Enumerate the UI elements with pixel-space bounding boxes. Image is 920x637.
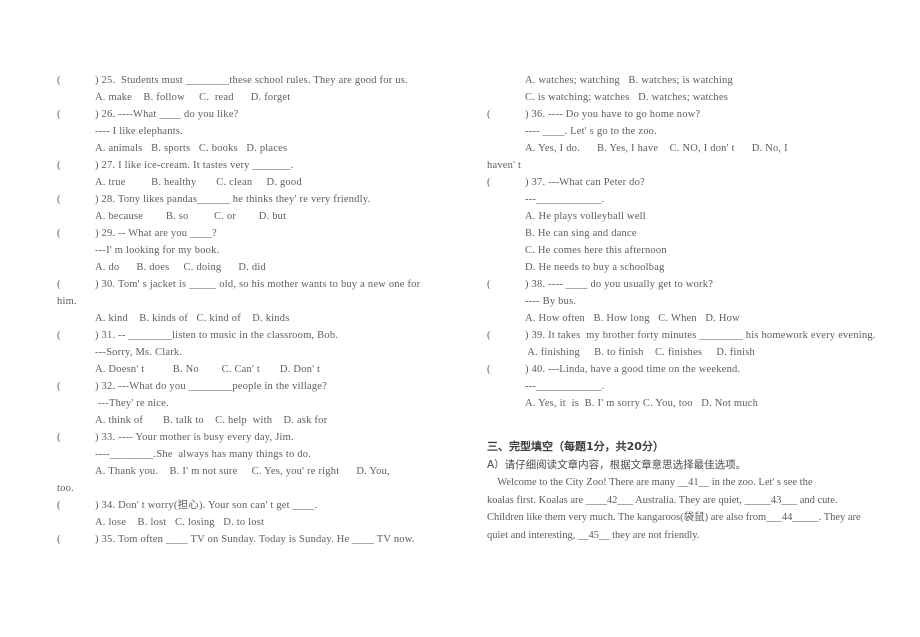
question-option-line: A. watches; watching B. watches; is watc… [525,75,733,86]
answer-bracket[interactable]: ( [487,276,525,293]
question-stem: () 25. Students must ________these schoo… [57,72,472,89]
exam-page: () 25. Students must ________these schoo… [0,0,920,637]
question-text: ) 31. -- ________listen to music in the … [95,330,339,341]
section-three-subheading: A）请仔细阅读文章内容，根据文章意思选择最佳选项。 [487,459,747,471]
answer-bracket[interactable]: ( [487,361,525,378]
question-stem: () 32. ---What do you ________people in … [57,378,472,395]
answer-bracket[interactable]: ( [57,327,95,344]
question-stem: () 28. Tony likes pandas______ he thinks… [57,191,472,208]
question-stem: () 34. Don' t worry(担心). Your son can' t… [57,497,472,514]
question-text: ) 26. ----What ____ do you like? [95,109,239,120]
question-stem: () 36. ---- Do you have to go home now? [487,106,902,123]
question-option-line: A. think of B. talk to C. help with D. a… [95,415,328,426]
answer-bracket[interactable]: ( [487,106,525,123]
question-text: ) 36. ---- Do you have to go home now? [525,109,701,120]
question-text: ) 30. Tom' s jacket is _____ old, so his… [95,279,421,290]
question-option-line: ---____________. [525,381,605,392]
answer-bracket[interactable]: ( [57,378,95,395]
answer-bracket[interactable]: ( [57,72,95,89]
question-text: ) 35. Tom often ____ TV on Sunday. Today… [95,534,415,545]
question-stem: () 40. ---Linda, have a good time on the… [487,361,902,378]
question-option-line: A. Yes, it is B. I' m sorry C. You, too … [525,398,759,409]
question-option-line: A. kind B. kinds of C. kind of D. kinds [95,313,290,324]
question-text: ) 27. I like ice-cream. It tastes very _… [95,160,294,171]
question-option-line: A. do B. does C. doing D. did [95,262,266,273]
question-stem: () 39. It takes my brother forty minutes… [487,327,902,344]
answer-bracket[interactable]: ( [487,327,525,344]
question-option-line: ---- ____. Let' s go to the zoo. [525,126,657,137]
answer-bracket[interactable]: ( [57,106,95,123]
question-stem: () 30. Tom' s jacket is _____ old, so hi… [57,276,472,293]
question-text: ) 34. Don' t worry(担心). Your son can' t … [95,500,318,511]
question-text: ) 25. Students must ________these school… [95,75,408,86]
question-text: ) 29. -- What are you ____? [95,228,217,239]
question-option-line: A. lose B. lost C. losing D. to lost [95,517,265,528]
answer-bracket[interactable]: ( [57,429,95,446]
question-text: ) 37. ---What can Peter do? [525,177,645,188]
question-option-line: ---I' m looking for my book. [95,245,220,256]
question-option-line: too. [57,483,74,494]
question-stem: () 33. ---- Your mother is busy every da… [57,429,472,446]
question-text: ) 39. It takes my brother forty minutes … [525,330,876,341]
answer-bracket[interactable]: ( [57,276,95,293]
answer-bracket[interactable]: ( [57,157,95,174]
question-text: ) 33. ---- Your mother is busy every day… [95,432,294,443]
question-option-line: A. animals B. sports C. books D. places [95,143,288,154]
question-option-line: ---____________. [525,194,605,205]
answer-bracket[interactable]: ( [487,174,525,191]
cloze-passage: Welcome to the City Zoo! There are many … [487,474,907,544]
question-option-line: A. Yes, I do. B. Yes, I have C. NO, I do… [525,143,788,154]
passage-line: koalas first. Koalas are ____42___ Austr… [487,494,838,506]
passage-line: Children like them very much. The kangar… [487,512,861,523]
question-option-line: A. How often B. How long C. When D. How [525,313,740,324]
question-column-left: () 25. Students must ________these schoo… [57,72,472,548]
section-three-heading: 三、完型填空（每题1分，共20分） [487,440,664,453]
question-option-line: A. make B. follow C. read D. forget [95,92,291,103]
question-option-line: ---They' re nice. [95,398,169,409]
answer-bracket[interactable]: ( [57,191,95,208]
question-stem: () 37. ---What can Peter do? [487,174,902,191]
question-option-line: A. Thank you. B. I' m not sure C. Yes, y… [95,466,390,477]
question-option-line: A. Doesn' t B. No C. Can' t D. Don' t [95,364,321,375]
question-text: ) 40. ---Linda, have a good time on the … [525,364,741,375]
question-option-line: A. true B. healthy C. clean D. good [95,177,302,188]
question-option-line: ---Sorry, Ms. Clark. [95,347,183,358]
question-text: ) 32. ---What do you ________people in t… [95,381,328,392]
question-stem: () 31. -- ________listen to music in the… [57,327,472,344]
question-option-line: C. is watching; watches D. watches; watc… [525,92,729,103]
question-option-line: D. He needs to buy a schoolbag [525,262,665,273]
question-option-line: C. He comes here this afternoon [525,245,667,256]
question-text: ) 38. ---- ____ do you usually get to wo… [525,279,714,290]
question-stem: () 35. Tom often ____ TV on Sunday. Toda… [57,531,472,548]
question-stem: () 29. -- What are you ____? [57,225,472,242]
answer-bracket[interactable]: ( [57,497,95,514]
question-option-line: A. He plays volleyball well [525,211,646,222]
question-text: ) 28. Tony likes pandas______ he thinks … [95,194,371,205]
question-option-line: A. because B. so C. or D. but [95,211,287,222]
section-three-header: 三、完型填空（每题1分，共20分） A）请仔细阅读文章内容，根据文章意思选择最佳… [487,437,907,474]
answer-bracket[interactable]: ( [57,531,95,548]
question-option-line: ---- By bus. [525,296,577,307]
question-stem: () 38. ---- ____ do you usually get to w… [487,276,902,293]
question-stem: () 26. ----What ____ do you like? [57,106,472,123]
question-option-line: him. [57,296,77,307]
question-column-right: A. watches; watching B. watches; is watc… [487,72,902,412]
passage-line: quiet and interesting, __45__ they are n… [487,529,700,541]
question-option-line: A. finishing B. to finish C. finishes D.… [525,347,755,358]
question-option-line: haven' t [487,160,522,171]
passage-line: Welcome to the City Zoo! There are many … [487,477,813,488]
question-stem: () 27. I like ice-cream. It tastes very … [57,157,472,174]
question-option-line: B. He can sing and dance [525,228,637,239]
question-option-line: ----________.She always has many things … [95,449,312,460]
question-option-line: ---- I like elephants. [95,126,183,137]
answer-bracket[interactable]: ( [57,225,95,242]
